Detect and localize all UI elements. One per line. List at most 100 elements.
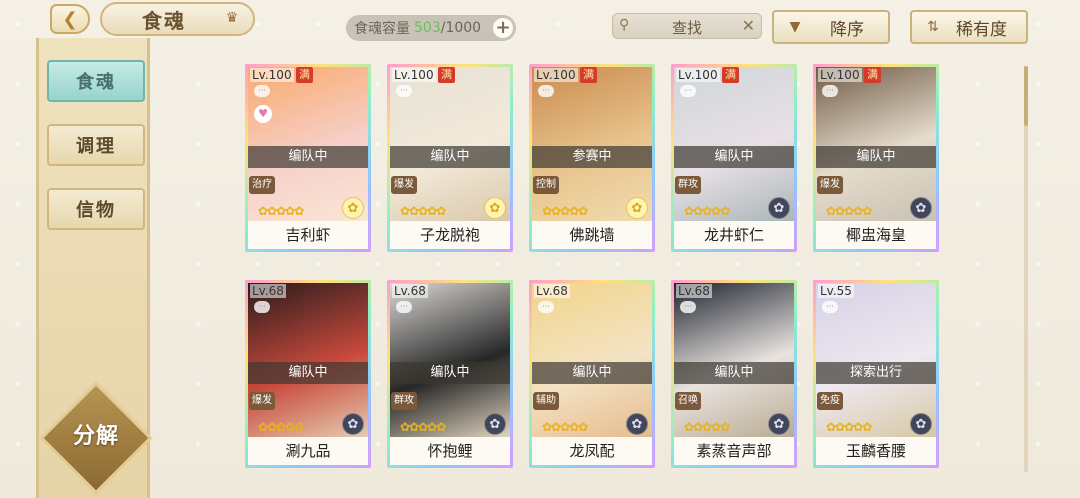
star-rating: ✿✿✿✿✿ xyxy=(258,420,304,434)
element-icon: ✿ xyxy=(342,197,364,219)
page-title: 食魂 xyxy=(142,8,186,33)
status-bar: 编队中 xyxy=(248,146,368,168)
star-rating: ✿✿✿✿✿ xyxy=(684,420,730,434)
scroll-thumb[interactable] xyxy=(1024,66,1028,126)
food-soul-card[interactable]: Lv.100 满 ··· 编队中 群攻 ✿✿✿✿✿ ✿ 龙井虾仁 xyxy=(671,64,797,252)
food-soul-card[interactable]: Lv.68 ··· 编队中 群攻 ✿✿✿✿✿ ✿ 怀抱鲤 xyxy=(387,280,513,468)
element-icon: ✿ xyxy=(626,197,648,219)
chat-icon: ··· xyxy=(822,85,838,97)
role-tag: 爆发 xyxy=(391,176,417,194)
scrollbar[interactable] xyxy=(1024,66,1028,472)
role-tag: 群攻 xyxy=(391,392,417,410)
back-button[interactable]: ❮ xyxy=(50,4,90,34)
element-icon: ✿ xyxy=(626,413,648,435)
food-soul-card[interactable]: Lv.68 ··· 编队中 召唤 ✿✿✿✿✿ ✿ 素蒸音声部 xyxy=(671,280,797,468)
element-icon: ✿ xyxy=(910,413,932,435)
search-label: 查找 xyxy=(671,19,702,37)
status-bar: 编队中 xyxy=(248,362,368,384)
level-label: Lv.100 xyxy=(534,68,578,82)
sidebar-tab-xinwu[interactable]: 信物 xyxy=(47,188,145,230)
search-box[interactable]: ⚲ 查找 ✕ xyxy=(612,13,762,39)
status-bar: 编队中 xyxy=(816,146,936,168)
character-name: 玉麟香腰 xyxy=(816,437,936,465)
role-tag: 免疫 xyxy=(817,392,843,410)
chat-icon: ··· xyxy=(680,301,696,313)
sort-rarity-label: 稀有度 xyxy=(956,19,1007,40)
food-soul-card[interactable]: Lv.100 满 ··· 编队中 爆发 ✿✿✿✿✿ ✿ 子龙脱袍 xyxy=(387,64,513,252)
decompose-label: 分解 xyxy=(72,424,119,449)
role-tag: 辅助 xyxy=(533,392,559,410)
capacity-current: 503 xyxy=(414,20,441,36)
sidebar-tab-shihun[interactable]: 食魂 xyxy=(47,60,145,102)
sort-order-button[interactable]: ▼ 降序 xyxy=(772,10,890,44)
top-bar: ❮ 食魂 ♛ 食魂容量 503 /1000 + ⚲ 查找 ✕ ▼ 降序 ⇅ 稀有… xyxy=(0,0,1080,46)
food-soul-card[interactable]: Lv.68 ··· 编队中 爆发 ✿✿✿✿✿ ✿ 涮九品 xyxy=(245,280,371,468)
element-icon: ✿ xyxy=(484,413,506,435)
chat-icon: ··· xyxy=(254,85,270,97)
back-arrow-icon: ❮ xyxy=(62,8,78,30)
role-tag: 爆发 xyxy=(249,392,275,410)
character-name: 龙井虾仁 xyxy=(674,221,794,249)
max-level-badge: 满 xyxy=(864,67,881,83)
max-level-badge: 满 xyxy=(438,67,455,83)
sidebar-tab-tiaoli[interactable]: 调理 xyxy=(47,124,145,166)
status-bar: 编队中 xyxy=(532,362,652,384)
character-name: 龙凤配 xyxy=(532,437,652,465)
element-icon: ✿ xyxy=(342,413,364,435)
heart-icon: ♥ xyxy=(254,105,272,123)
max-level-badge: 满 xyxy=(296,67,313,83)
status-bar: 编队中 xyxy=(674,146,794,168)
food-soul-card[interactable]: Lv.100 满 ··· 参赛中 控制 ✿✿✿✿✿ ✿ 佛跳墙 xyxy=(529,64,655,252)
star-rating: ✿✿✿✿✿ xyxy=(542,204,588,218)
food-soul-card[interactable]: Lv.68 ··· 编队中 辅助 ✿✿✿✿✿ ✿ 龙凤配 xyxy=(529,280,655,468)
level-label: Lv.100 xyxy=(818,68,862,82)
chat-icon: ··· xyxy=(822,301,838,313)
role-tag: 爆发 xyxy=(817,176,843,194)
capacity-max: /1000 xyxy=(440,20,482,36)
role-tag: 群攻 xyxy=(675,176,701,194)
status-bar: 编队中 xyxy=(390,146,510,168)
element-icon: ✿ xyxy=(484,197,506,219)
food-soul-card[interactable]: Lv.100 满 ··· ♥ 编队中 治疗 ✿✿✿✿✿ ✿ 吉利虾 xyxy=(245,64,371,252)
role-tag: 控制 xyxy=(533,176,559,194)
level-label: Lv.100 xyxy=(676,68,720,82)
clear-icon[interactable]: ✕ xyxy=(742,16,755,35)
element-icon: ✿ xyxy=(768,197,790,219)
sidebar-tab-label: 信物 xyxy=(76,200,116,221)
status-bar: 参赛中 xyxy=(532,146,652,168)
star-rating: ✿✿✿✿✿ xyxy=(400,204,446,218)
chat-icon: ··· xyxy=(538,85,554,97)
food-soul-card[interactable]: Lv.55 ··· 探索出行 免疫 ✿✿✿✿✿ ✿ 玉麟香腰 xyxy=(813,280,939,468)
level-label: Lv.55 xyxy=(818,284,854,298)
character-name: 怀抱鲤 xyxy=(390,437,510,465)
role-tag: 治疗 xyxy=(249,176,275,194)
star-rating: ✿✿✿✿✿ xyxy=(684,204,730,218)
character-name: 素蒸音声部 xyxy=(674,437,794,465)
status-bar: 编队中 xyxy=(674,362,794,384)
sort-rarity-button[interactable]: ⇅ 稀有度 xyxy=(910,10,1028,44)
sort-order-label: 降序 xyxy=(830,19,864,40)
crown-icon: ♛ xyxy=(225,10,239,26)
level-label: Lv.68 xyxy=(534,284,570,298)
chat-icon: ··· xyxy=(680,85,696,97)
chat-icon: ··· xyxy=(254,301,270,313)
star-rating: ✿✿✿✿✿ xyxy=(258,204,304,218)
star-rating: ✿✿✿✿✿ xyxy=(826,204,872,218)
level-label: Lv.68 xyxy=(392,284,428,298)
role-tag: 召唤 xyxy=(675,392,701,410)
status-bar: 编队中 xyxy=(390,362,510,384)
add-capacity-button[interactable]: + xyxy=(493,18,513,38)
capacity-indicator: 食魂容量 503 /1000 + xyxy=(346,15,516,41)
capacity-label: 食魂容量 xyxy=(354,21,410,37)
food-soul-card[interactable]: Lv.100 满 ··· 编队中 爆发 ✿✿✿✿✿ ✿ 椰盅海皇 xyxy=(813,64,939,252)
character-name: 佛跳墙 xyxy=(532,221,652,249)
chat-icon: ··· xyxy=(396,301,412,313)
character-name: 椰盅海皇 xyxy=(816,221,936,249)
level-label: Lv.100 xyxy=(250,68,294,82)
sidebar-tab-label: 食魂 xyxy=(76,72,116,93)
element-icon: ✿ xyxy=(768,413,790,435)
triangle-down-icon: ▼ xyxy=(789,19,801,35)
max-level-badge: 满 xyxy=(580,67,597,83)
sidebar-tab-label: 调理 xyxy=(76,136,116,157)
chat-icon: ··· xyxy=(538,301,554,313)
